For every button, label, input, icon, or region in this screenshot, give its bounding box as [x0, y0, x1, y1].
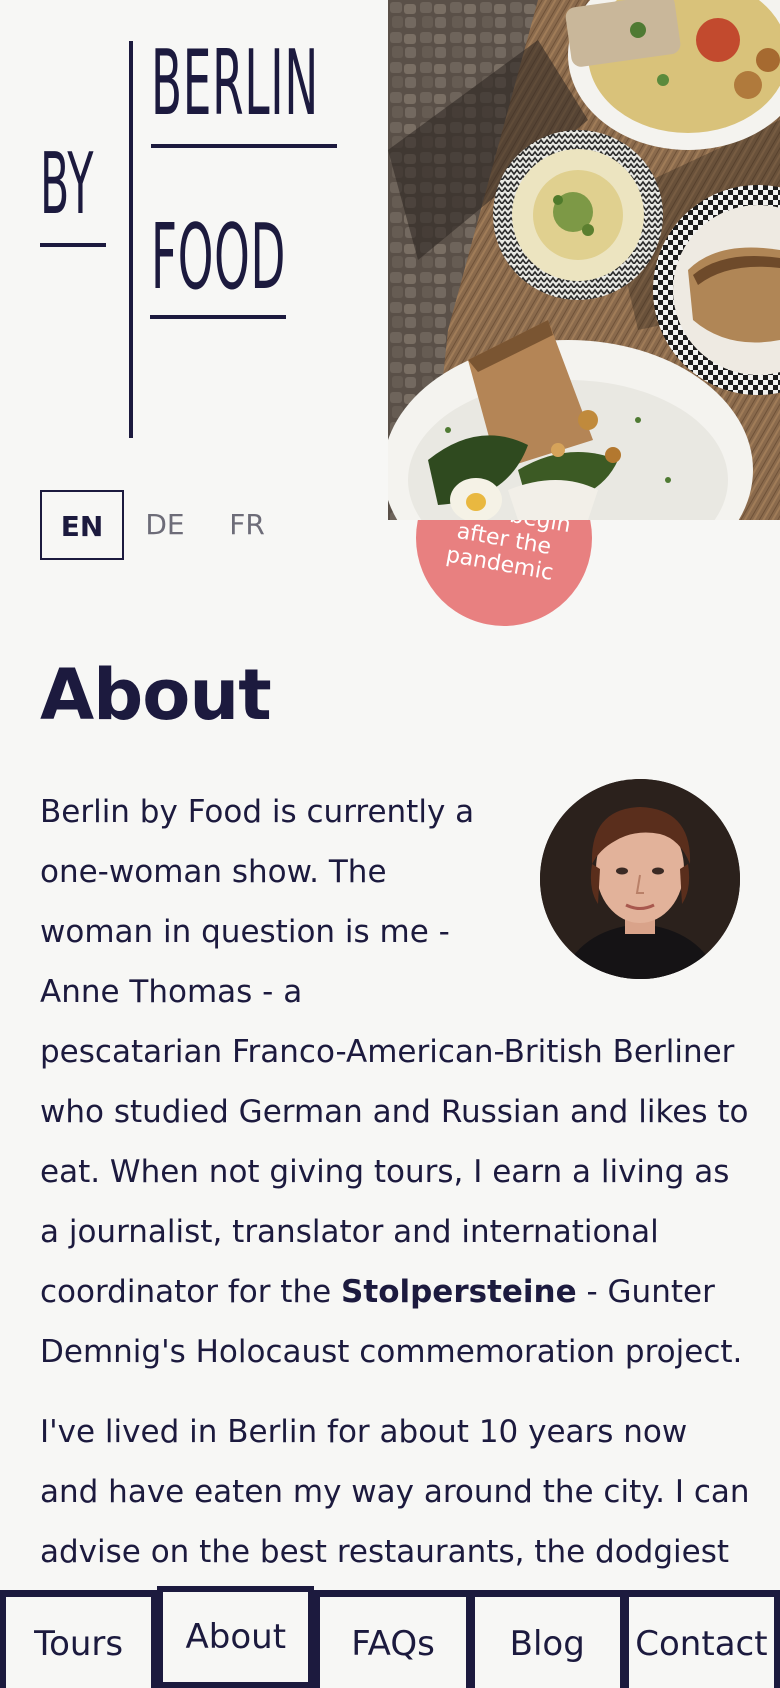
logo-underline-food — [150, 315, 286, 319]
lang-en-button[interactable]: EN — [40, 490, 124, 560]
nav-faqs[interactable]: FAQs — [317, 1594, 469, 1688]
lang-de-button[interactable]: DE — [124, 490, 206, 560]
nav-blog[interactable]: Blog — [471, 1594, 623, 1688]
about-paragraph-2: I've lived in Berlin for about 10 years … — [40, 1414, 750, 1570]
nav-tours[interactable]: Tours — [3, 1594, 155, 1688]
about-paragraph-1: Berlin by Food is currently a one-woman … — [40, 794, 749, 1370]
logo-word-berlin: BERLIN — [151, 32, 319, 137]
hero-food-image — [388, 0, 780, 520]
page-title: About — [40, 654, 272, 736]
nav-about[interactable]: About — [157, 1586, 315, 1688]
logo-vertical-rule — [129, 41, 133, 438]
bottom-nav: Tours About FAQs Blog Contact — [0, 1586, 780, 1688]
nav-contact[interactable]: Contact — [625, 1594, 778, 1688]
site-logo[interactable]: BERLIN BY FOOD — [0, 0, 390, 450]
logo-word-food: FOOD — [151, 206, 287, 311]
logo-word-by: BY — [40, 136, 95, 235]
lang-fr-button[interactable]: FR — [206, 490, 288, 560]
language-switcher: EN DE FR — [40, 490, 288, 560]
stolpersteine-link[interactable]: Stolpersteine — [341, 1274, 577, 1310]
logo-underline-by — [40, 243, 106, 247]
food-illustration — [388, 0, 780, 520]
logo-underline-berlin — [151, 144, 337, 148]
